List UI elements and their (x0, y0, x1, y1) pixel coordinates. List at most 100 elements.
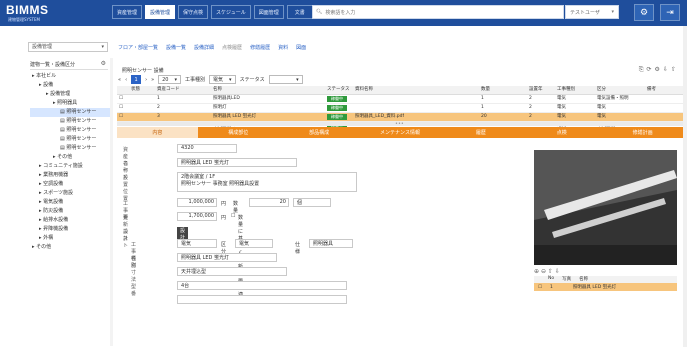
checkbox[interactable]: ☐ (119, 113, 123, 121)
name2-field[interactable]: 照明器具 LED 蛍光灯 (177, 253, 277, 262)
model-field[interactable]: 4台 (177, 281, 347, 290)
link-2[interactable]: 設備詳細 (194, 44, 214, 51)
detail-tab[interactable]: 点検 (521, 127, 603, 138)
tree-node[interactable]: ▸ 空調設備 (30, 180, 110, 189)
tree-node[interactable]: ▤ 照明センサー (30, 117, 110, 126)
tree-node[interactable]: ▤ 照明センサー (30, 108, 110, 117)
first-page-icon[interactable]: « (118, 77, 121, 83)
gear-icon[interactable]: ⚙ (634, 4, 654, 21)
link-3[interactable]: 点検履歴 (222, 44, 242, 51)
top-tab-3[interactable]: スケジュール (211, 5, 251, 19)
column-header[interactable]: 数量 (481, 86, 490, 94)
filter1-select[interactable]: 電気 ▾ (209, 75, 236, 84)
column-header[interactable]: 状態 (131, 86, 140, 94)
tree-node[interactable]: ▤ 照明センサー (30, 144, 110, 153)
detail-tab[interactable]: 構成部位 (197, 127, 279, 138)
link-1[interactable]: 設備一覧 (166, 44, 186, 51)
remove-icon[interactable]: ⊖ (541, 268, 546, 275)
tree-node[interactable]: ▤ 照明センサー (30, 135, 110, 144)
link-6[interactable]: 図面 (296, 44, 306, 51)
detail-tab[interactable]: メンテナンス情報 (359, 127, 441, 138)
column-header[interactable]: 名称 (213, 86, 222, 94)
column-header[interactable]: 区分 (597, 86, 606, 94)
tree-node[interactable]: ▸ 設備 (30, 81, 110, 90)
top-tab-0[interactable]: 資産管理 (112, 5, 143, 19)
tree-node[interactable]: ▸ 電気設備 (30, 198, 110, 207)
tree-node[interactable]: ▸ 業務用機器 (30, 171, 110, 180)
table-row[interactable]: ☐ 2 照明灯 稼働中 1 2 電気 電気 (117, 104, 683, 113)
link-5[interactable]: 資料 (278, 44, 288, 51)
size-field[interactable]: 天井埋込型 (177, 267, 287, 276)
upload-icon[interactable]: ⇧ (548, 268, 553, 275)
add-icon[interactable]: ⊕ (534, 268, 539, 275)
logout-icon[interactable]: ⇥ (660, 4, 680, 21)
tree-node[interactable]: ▸ コミュニティ施設 (30, 162, 110, 171)
top-tab-4[interactable]: 図面管理 (253, 5, 284, 19)
top-tab-1[interactable]: 設備管理 (145, 5, 176, 19)
tree-node[interactable]: ▸ その他 (30, 153, 110, 162)
pane-divider[interactable]: ••• (117, 121, 683, 127)
page-scrollbar[interactable] (683, 26, 687, 347)
panel-splitter[interactable] (110, 58, 113, 346)
link-0[interactable]: フロア・部屋一覧 (118, 44, 158, 51)
top-tab-2[interactable]: 保守点検 (178, 5, 209, 19)
area-select[interactable]: 設備管理 ▾ (28, 42, 108, 52)
spec-field[interactable]: 照明器具 (309, 239, 353, 248)
tree-node[interactable]: ▸ 設備管理 (30, 90, 110, 99)
div-field[interactable]: 電気 (235, 239, 273, 248)
next-page-icon[interactable]: › (145, 77, 147, 83)
filter2-select[interactable]: ▾ (268, 75, 303, 84)
column-header[interactable]: 資料名称 (355, 86, 373, 94)
qty-field[interactable]: 20 (249, 198, 289, 207)
upload-icon[interactable]: ⇧ (671, 66, 679, 73)
table-row[interactable]: ☐ 1 照明器具LED 稼働中 1 2 電気 電気設備・照明 (117, 95, 683, 104)
detail-tab[interactable]: 部品構成 (278, 127, 360, 138)
tree-node[interactable]: ▸ 照明器具 (30, 99, 110, 108)
column-header[interactable]: ステータス (327, 86, 350, 94)
user-select[interactable]: テストユーザ ▾ (565, 5, 619, 19)
checkbox[interactable]: ☐ (231, 213, 235, 219)
checkbox[interactable]: ☐ (538, 285, 542, 290)
detail-tab[interactable]: 内容 (117, 127, 198, 138)
tree-node[interactable]: ▸ その他 (30, 243, 110, 252)
tree-node[interactable]: ▸ スポーツ施設 (30, 189, 110, 198)
tree-node[interactable]: ▸ 外構 (30, 234, 110, 243)
global-search[interactable]: 🔍︎ 検索語を入力 (312, 5, 564, 19)
download-icon[interactable]: ⇩ (663, 66, 671, 73)
qty-unit-field[interactable]: 個 (293, 198, 331, 207)
detail-tab[interactable]: 履歴 (440, 127, 522, 138)
tree-node[interactable]: ▸ 昇降機設備 (30, 225, 110, 234)
tree-node[interactable]: ▸ 給排水設備 (30, 216, 110, 225)
asset-code-field[interactable]: 4320 (177, 144, 237, 153)
settings-icon[interactable]: ⚙ (655, 66, 663, 73)
renew-field[interactable]: 1,700,000 (177, 212, 217, 221)
gear-icon[interactable]: ⚙ (101, 60, 106, 67)
top-tab-5[interactable]: 文書 (286, 5, 313, 19)
detail-tab[interactable]: 修繕計画 (602, 127, 684, 138)
refresh-icon[interactable]: ⟳ (647, 66, 655, 73)
last-page-icon[interactable]: » (151, 77, 154, 83)
checkbox[interactable]: ☐ (119, 104, 123, 112)
photo-list-row[interactable]: ☐ 1 照明器具 LED 蛍光灯 (534, 283, 677, 291)
cost-field[interactable]: 1,000,000 (177, 198, 217, 207)
location-field[interactable]: 2階会議室 / 1F 照明センサー 事務室 照明器具設置 (177, 172, 357, 192)
checkbox[interactable]: ☐ (119, 95, 123, 103)
save-icon[interactable]: ⎘ (639, 66, 647, 73)
per-page-select[interactable]: 20 ▾ (158, 75, 182, 84)
link-4[interactable]: 修繕履歴 (250, 44, 270, 51)
page-current[interactable]: 1 (131, 75, 142, 84)
column-header[interactable]: 設置年 (529, 86, 543, 94)
tree-node[interactable]: ▤ 照明センサー (30, 126, 110, 135)
column-header[interactable]: 資産コード (157, 86, 180, 94)
tree-node[interactable]: ▸ 本社ビル (30, 72, 110, 81)
kind-field[interactable]: 電気 (177, 239, 217, 248)
column-header[interactable]: 工事種別 (557, 86, 575, 94)
prev-page-icon[interactable]: ‹ (125, 77, 127, 83)
download-icon[interactable]: ⇩ (555, 268, 560, 275)
tree-node[interactable]: ▸ 防災設備 (30, 207, 110, 216)
equipment-photo[interactable] (534, 150, 677, 265)
column-header[interactable]: 備考 (647, 86, 656, 94)
name-field[interactable]: 照明器具 LED 蛍光灯 (177, 158, 297, 167)
extra-field[interactable] (177, 295, 347, 304)
app-logo[interactable]: BIMMS (6, 3, 49, 17)
